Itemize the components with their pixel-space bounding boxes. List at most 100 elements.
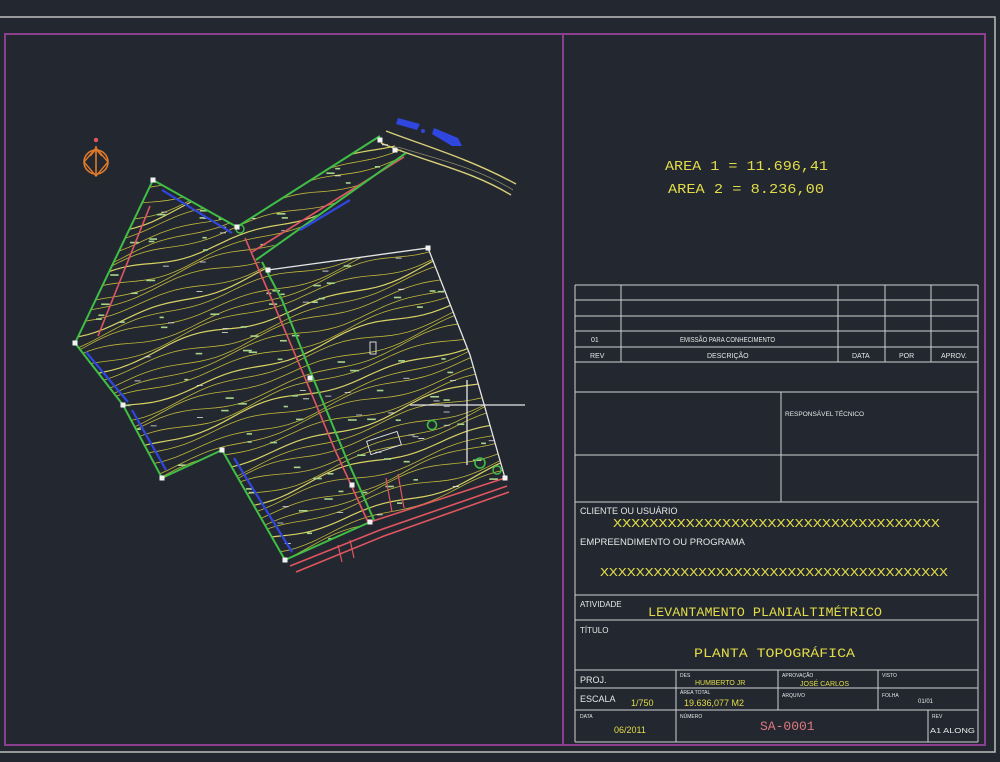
spot-elevation-mark [306,532,312,535]
spot-elevation-mark [177,464,186,466]
spot-elevation-mark [318,297,325,300]
spot-elevation-mark [489,478,499,480]
designer-label: DES [680,673,691,679]
spot-elevation-mark [345,182,351,184]
spot-elevation-mark [437,290,445,293]
spot-elevation-mark [293,466,301,469]
cad-viewport[interactable]: AREA 1 = 11.696,41 AREA 2 = 8.236,00 01 … [0,0,1000,762]
boundary-vertex [502,475,508,481]
spot-elevation-mark [292,395,298,397]
spot-elevation-mark [125,404,131,407]
sheet-value: 01/01 [918,699,934,705]
spot-elevation-mark [281,217,288,219]
spot-elevation-mark [149,238,158,240]
boundary-vertex [219,447,225,453]
spot-elevation-mark [159,316,164,319]
spot-elevation-mark [250,335,259,337]
revision-row-description: EMISSÃO PARA CONHECIMENTO [680,335,775,344]
boundary-vertex [72,340,78,346]
spot-elevation-mark [270,441,277,444]
spot-elevation-mark [298,510,308,512]
boundary-vertex [307,375,313,381]
number-label: NÚMERO [680,713,702,720]
spot-elevation-mark [210,313,220,316]
spot-elevation-mark [203,249,208,251]
spot-elevation-mark [338,490,344,493]
spot-elevation-mark [202,236,207,239]
revision-header-by: POR [899,353,914,360]
spot-elevation-mark [357,454,366,457]
boundary-vertex [265,267,271,273]
approval-label: APROVAÇÃO [782,672,813,679]
spot-elevation-mark [148,240,155,243]
spot-elevation-mark [403,460,410,463]
sheet-format: A1 ALONG [930,728,975,735]
revision-row-number: 01 [591,337,599,344]
spot-elevation-mark [350,369,360,372]
revision-header-approved: APROV. [941,353,967,360]
revision-header-rev: REV [590,353,605,360]
title-value: PLANTA TOPOGRÁFICA [694,646,855,661]
spot-elevation-mark [413,479,418,481]
boundary-vertex [377,137,383,143]
scale-label: ESCALA [580,694,616,704]
spot-elevation-mark [313,284,321,287]
spot-elevation-mark [280,293,285,296]
spot-elevation-mark [247,441,252,443]
spot-elevation-mark [313,477,322,480]
area-total-label: ÁREA TOTAL [680,689,711,696]
spot-elevation-mark [441,358,446,360]
boundary-vertex [282,557,288,563]
proj-label: PROJ. [580,675,607,685]
spot-elevation-mark [430,395,440,398]
spot-elevation-mark [276,213,286,215]
spot-elevation-mark [242,349,252,352]
spot-elevation-mark [385,485,394,488]
activity-label: ATIVIDADE [580,600,622,609]
date-value: 06/2011 [614,725,646,735]
revision-header-date: DATA [852,353,870,360]
boundary-vertex [159,475,165,481]
boundary-vertex [349,482,355,488]
spot-elevation-mark [367,418,376,421]
spot-elevation-mark [248,351,257,354]
client-label: CLIENTE OU USUÁRIO [580,506,678,516]
spot-elevation-mark [195,352,203,355]
spot-elevation-mark [240,326,247,328]
responsible-label: RESPONSÁVEL TÉCNICO [785,409,864,418]
spot-elevation-mark [429,290,436,292]
spot-elevation-mark [374,166,381,168]
spot-elevation-mark [157,213,166,216]
date-label: DATA [580,714,593,720]
revision-header-description: DESCRIÇÃO [707,351,749,360]
spot-elevation-mark [95,318,102,320]
spot-elevation-mark [327,472,334,475]
spot-elevation-mark [395,419,401,422]
spot-elevation-mark [481,442,486,445]
spot-elevation-mark [280,339,287,342]
spot-elevation-mark [393,296,402,299]
area-1-label: AREA 1 = 11.696,41 [665,159,828,175]
spot-elevation-mark [326,172,335,175]
spot-elevation-mark [376,389,384,392]
spot-elevation-mark [324,498,333,500]
spot-elevation-mark [246,433,253,435]
sheet-label: FOLHA [882,693,899,699]
spot-elevation-mark [283,405,288,408]
spot-elevation-mark [335,167,341,170]
spot-elevation-mark [146,279,156,282]
spot-elevation-mark [347,419,357,421]
spot-elevation-mark [110,274,119,276]
approver-value: JOSÉ CARLOS [800,679,849,688]
spot-elevation-mark [337,361,346,363]
area-total-value: 19.636,077 M2 [684,698,744,708]
area-2-label: AREA 2 = 8.236,00 [668,182,824,198]
title-label: TÍTULO [580,626,608,635]
spot-elevation-mark [326,282,335,285]
spot-elevation-mark [447,371,454,374]
spot-elevation-mark [245,488,252,490]
spot-elevation-mark [457,423,465,426]
spot-elevation-mark [119,321,125,323]
enterprise-label: EMPREENDIMENTO OU PROGRAMA [580,537,745,547]
rev-label: REV [932,714,943,720]
